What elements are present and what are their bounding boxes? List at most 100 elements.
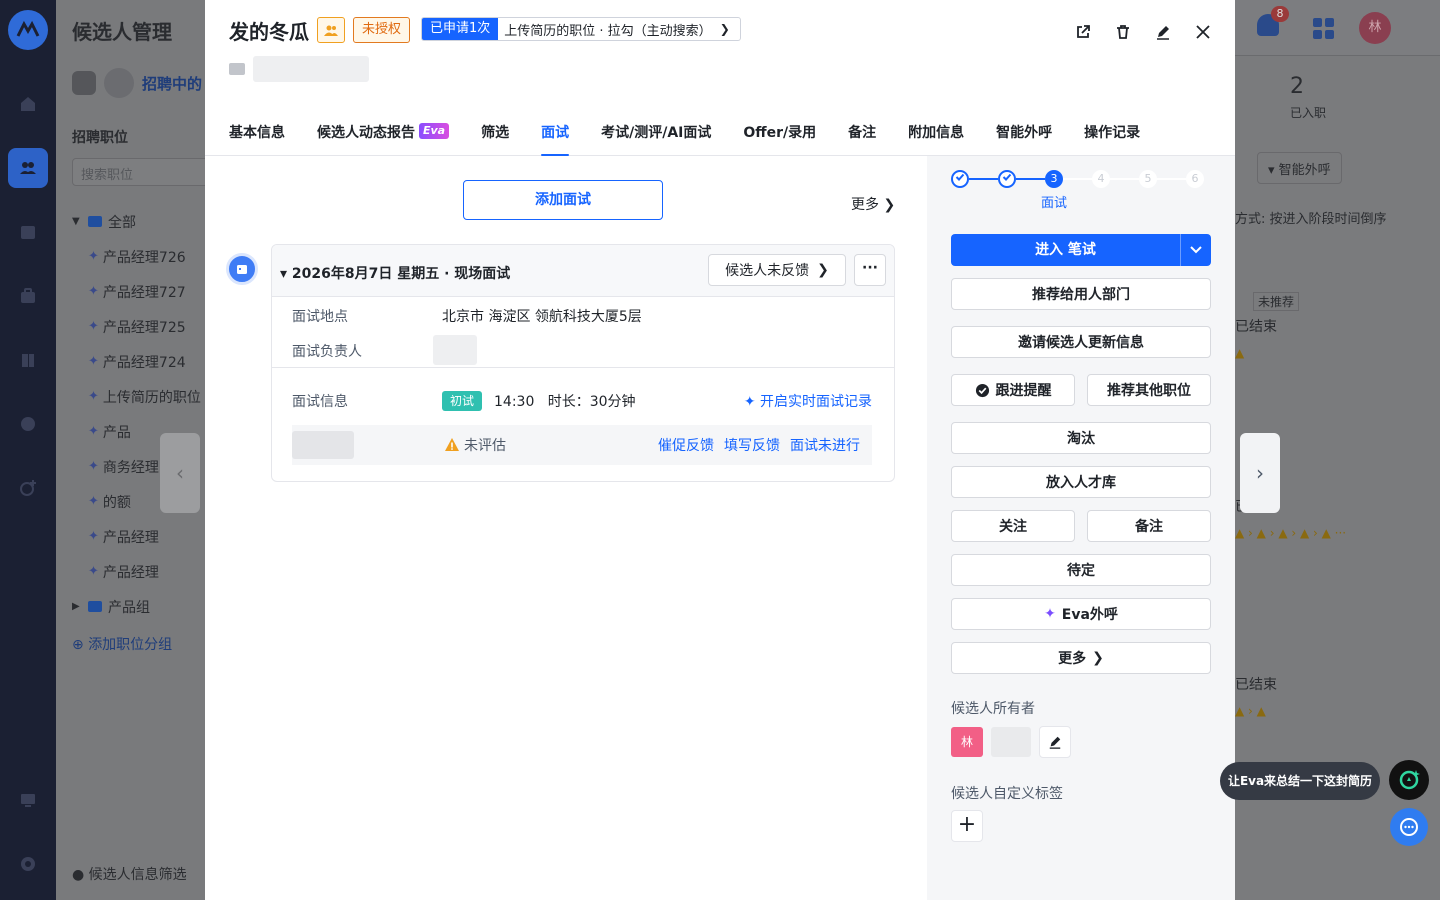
interview-date[interactable]: ▾ 2026年8月7日 星期五 · 现场面试: [280, 263, 510, 283]
delete-icon[interactable]: [1113, 20, 1133, 44]
recommend-dept-button[interactable]: 推荐给用人部门: [951, 278, 1211, 310]
job-search-input[interactable]: 搜索职位: [72, 158, 212, 186]
calendar-icon[interactable]: [8, 212, 48, 252]
tree-folder[interactable]: ▼ 全部: [72, 204, 212, 239]
current-stage-label: 面试: [1041, 196, 1068, 211]
note-button[interactable]: 备注: [1087, 510, 1211, 542]
follow-reminder-button[interactable]: 跟进提醒: [951, 374, 1075, 406]
tree-item[interactable]: ✦ 上传简历的职位: [72, 379, 212, 414]
eva-assistant-icon[interactable]: [1389, 760, 1429, 800]
monitor-icon[interactable]: [8, 780, 48, 820]
step-connector: [1110, 178, 1139, 180]
caret-icon[interactable]: ▶: [72, 601, 84, 612]
applied-history[interactable]: 已申请1次 上传简历的职位 · 拉勾（主动搜索） ❯: [421, 17, 741, 41]
eva-badge: Eva: [419, 123, 450, 139]
step-6[interactable]: 6: [1186, 170, 1204, 188]
tab-4[interactable]: 考试/测评/AI面试: [601, 122, 711, 156]
warning-icon: ▲ › ▲: [1235, 704, 1266, 718]
follow-button[interactable]: 关注: [951, 510, 1075, 542]
urge-feedback-link[interactable]: 催促反馈: [658, 435, 714, 455]
tree-item[interactable]: ✦ 产品经理: [72, 519, 212, 554]
chevron-right-icon: ❯: [817, 262, 829, 278]
eva-summary-prompt[interactable]: 让Eva来总结一下这封简历: [1220, 762, 1380, 800]
tree-folder[interactable]: ▶ 产品组: [72, 589, 212, 624]
owner-name-blurred: [991, 727, 1031, 757]
left-nav: [0, 0, 56, 900]
tree-item[interactable]: ✦ 产品经理724: [72, 344, 212, 379]
action-panel: 3 4 5 6 面试 进入 笔试 推荐给用人部门 邀请候选人更新信息 跟进提醒 推荐其他…: [927, 156, 1235, 900]
tab-2[interactable]: 筛选: [481, 122, 509, 156]
feedback-status-button[interactable]: 候选人未反馈 ❯: [708, 254, 846, 286]
step-1[interactable]: [951, 170, 969, 188]
tree-item[interactable]: ✦ 产品经理726: [72, 239, 212, 274]
add-group-link[interactable]: ⊕ 添加职位分组: [72, 634, 172, 654]
settings-icon[interactable]: [8, 844, 48, 884]
chat-support-icon[interactable]: [1390, 808, 1428, 846]
tree-item[interactable]: ✦ 产品经理: [72, 554, 212, 589]
sort-text[interactable]: 方式: 按进入阶段时间倒序: [1235, 208, 1387, 227]
eliminate-button[interactable]: 淘汰: [951, 422, 1211, 454]
sparkle-icon: ✦: [88, 249, 99, 264]
section-title: 招聘职位: [72, 130, 128, 146]
eva-call-button[interactable]: ✦ Eva外呼: [951, 598, 1211, 630]
more-link[interactable]: 更多 ❯: [851, 194, 895, 214]
interviewer-avatar-blurred: [292, 431, 354, 459]
tab-3[interactable]: 面试: [541, 122, 570, 156]
prev-candidate-button[interactable]: ‹: [160, 433, 200, 513]
calendar-icon: [226, 253, 258, 285]
more-options-button[interactable]: ···: [854, 254, 886, 286]
recruiting-tab[interactable]: 招聘中的: [72, 68, 202, 98]
share-icon[interactable]: [1073, 20, 1093, 44]
invite-update-button[interactable]: 邀请候选人更新信息: [951, 326, 1211, 358]
more-actions-button[interactable]: 更多 ❯: [951, 642, 1211, 674]
pie-chart-icon[interactable]: [8, 404, 48, 444]
talent-pool-button[interactable]: 放入人才库: [951, 466, 1211, 498]
add-interview-button[interactable]: 添加面试: [463, 180, 663, 220]
tab-9[interactable]: 操作记录: [1084, 122, 1140, 156]
tab-1[interactable]: 候选人动态报告 Eva: [317, 122, 450, 156]
tab-7[interactable]: 附加信息: [908, 122, 964, 156]
app-logo[interactable]: [8, 10, 48, 50]
interview-card: ▾ 2026年8月7日 星期五 · 现场面试 候选人未反馈 ❯ ··· 面试地点 …: [271, 244, 895, 482]
write-feedback-link[interactable]: 填写反馈: [724, 435, 780, 455]
not-held-link[interactable]: 面试未进行: [790, 435, 860, 455]
apps-grid-icon[interactable]: [1313, 18, 1335, 40]
book-icon[interactable]: [8, 340, 48, 380]
header-actions: [1073, 20, 1213, 44]
tree-item[interactable]: ✦ 产品经理727: [72, 274, 212, 309]
sparkle-icon: ✦: [1044, 606, 1056, 622]
candidate-filter-link[interactable]: ● 候选人信息筛选: [72, 864, 187, 884]
sparkle-icon: ✦: [88, 564, 99, 579]
pending-button[interactable]: 待定: [951, 554, 1211, 586]
card-status: 已结束: [1235, 319, 1277, 335]
step-2[interactable]: [998, 170, 1016, 188]
step-5[interactable]: 5: [1139, 170, 1157, 188]
target-add-icon[interactable]: [8, 468, 48, 508]
candidates-icon[interactable]: [8, 148, 48, 188]
location-value: 北京市 海淀区 领航科技大厦5层: [442, 309, 642, 325]
smart-call-filter[interactable]: ▾ 智能外呼: [1257, 152, 1342, 184]
tab-0[interactable]: 基本信息: [229, 122, 285, 156]
close-icon[interactable]: [1193, 20, 1213, 44]
tab-5[interactable]: Offer/录用: [743, 122, 816, 156]
caret-icon[interactable]: ▼: [72, 216, 84, 227]
add-tag-button[interactable]: +: [951, 810, 983, 842]
advance-stage-button[interactable]: 进入 笔试: [951, 234, 1211, 266]
chevron-down-icon[interactable]: [1181, 234, 1211, 266]
edit-owner-icon[interactable]: [1039, 726, 1071, 758]
tab-8[interactable]: 智能外呼: [996, 122, 1052, 156]
step-3[interactable]: 3: [1045, 170, 1063, 188]
tree-item[interactable]: ✦ 产品经理725: [72, 309, 212, 344]
live-record-link[interactable]: ✦ 开启实时面试记录: [744, 391, 872, 411]
tab-6[interactable]: 备注: [848, 122, 876, 156]
recommend-other-button[interactable]: 推荐其他职位: [1087, 374, 1211, 406]
next-candidate-button[interactable]: ›: [1240, 433, 1280, 513]
home-icon[interactable]: [8, 84, 48, 124]
email-blurred: [253, 56, 369, 82]
edit-icon[interactable]: [1153, 20, 1173, 44]
step-4[interactable]: 4: [1092, 170, 1110, 188]
briefcase-icon[interactable]: [8, 276, 48, 316]
sparkle-icon: ✦: [743, 394, 756, 410]
chevron-right-icon: ❯: [719, 22, 730, 36]
user-avatar[interactable]: 林: [1359, 12, 1391, 44]
